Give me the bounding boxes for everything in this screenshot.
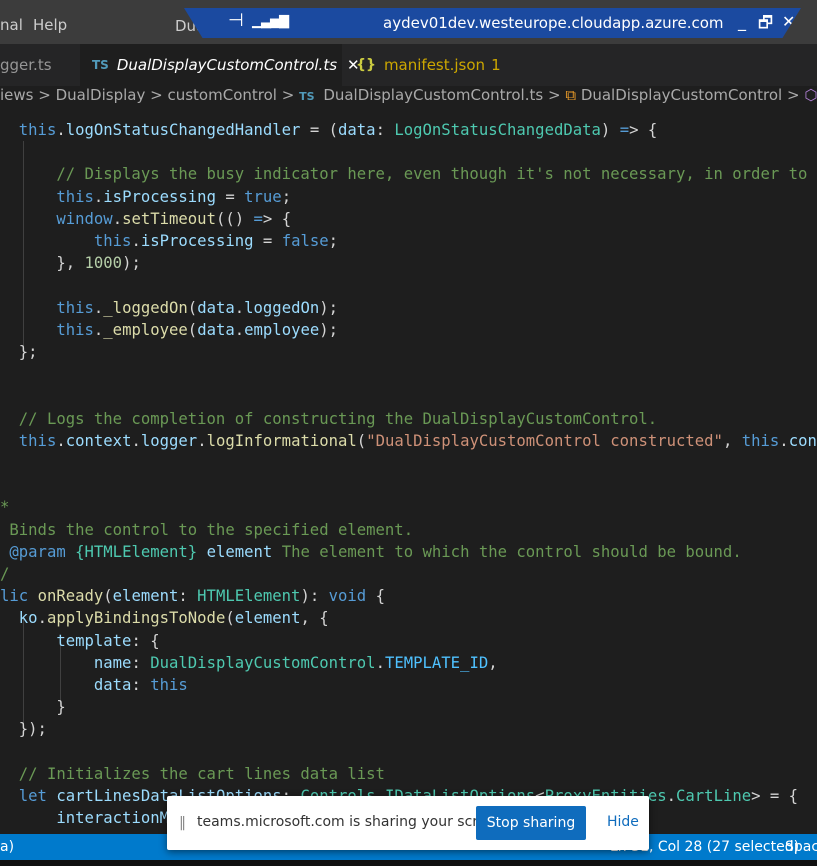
tab-manifest[interactable]: {} manifest.json 1: [356, 44, 506, 86]
chevron-right-icon: >: [547, 86, 561, 104]
code-line[interactable]: *: [0, 496, 9, 518]
code-line[interactable]: this._employee(data.employee);: [0, 319, 338, 341]
code-line[interactable]: window.setTimeout(() => {: [0, 208, 291, 230]
problems-badge: 1: [491, 56, 501, 74]
tab-dual-display-custom-control[interactable]: TS DualDisplayCustomControl.ts ✕: [80, 44, 360, 86]
code-line[interactable]: }: [0, 696, 65, 718]
code-line[interactable]: /: [0, 563, 9, 585]
code-line[interactable]: this.isProcessing = true;: [0, 186, 291, 208]
tab-label: gger.ts: [0, 56, 52, 74]
chevron-right-icon: >: [787, 86, 800, 104]
share-message: teams.microsoft.com is sharing your scre…: [197, 814, 509, 830]
tab-logger[interactable]: gger.ts: [0, 44, 80, 86]
indentation-status[interactable]: Spac: [785, 839, 817, 855]
drag-handle-icon[interactable]: ‖: [179, 815, 186, 831]
code-line[interactable]: this.context.logger.logInformational("Du…: [0, 430, 817, 452]
status-left[interactable]: a): [0, 839, 14, 855]
remote-desktop-bar: ⊣ ▁▃▅▇ aydev01dev.westeurope.cloudapp.az…: [184, 8, 801, 38]
code-editor[interactable]: this.logOnStatusChangedHandler = (data: …: [0, 119, 817, 834]
tab-label: DualDisplayCustomControl.ts: [116, 56, 338, 74]
hide-button[interactable]: Hide: [607, 814, 639, 830]
pin-icon[interactable]: ⊣: [228, 10, 244, 31]
code-line[interactable]: @param {HTMLElement} element The element…: [0, 541, 741, 563]
breadcrumb-item[interactable]: DualDisplayCustomControl.ts: [323, 86, 543, 104]
breadcrumb: iews > DualDisplay > customControl > TS …: [0, 86, 817, 110]
editor-tab-bar: gger.ts TS DualDisplayCustomControl.ts ✕…: [0, 44, 817, 86]
restore-button[interactable]: 🗗: [758, 12, 773, 38]
tab-label: manifest.json: [383, 56, 486, 74]
breadcrumb-item[interactable]: DualDisplay: [56, 86, 146, 104]
taskbar: [0, 860, 817, 866]
minimize-button[interactable]: _: [738, 12, 746, 31]
code-line[interactable]: // Initializes the cart lines data list: [0, 763, 385, 785]
code-line[interactable]: this.isProcessing = false;: [0, 230, 338, 252]
screen-share-banner: ‖ teams.microsoft.com is sharing your sc…: [167, 796, 649, 850]
code-line[interactable]: template: {: [0, 630, 159, 652]
code-line[interactable]: });: [0, 718, 47, 740]
code-line[interactable]: // Displays the busy indicator here, eve…: [0, 163, 817, 185]
code-line[interactable]: interactionMo: [0, 807, 178, 829]
json-icon: {}: [356, 57, 376, 73]
breadcrumb-item[interactable]: iews: [0, 86, 33, 104]
typescript-icon: TS: [299, 90, 315, 103]
code-line[interactable]: data: this: [0, 674, 188, 696]
code-line[interactable]: lic onReady(element: HTMLElement): void …: [0, 585, 385, 607]
code-line[interactable]: // Logs the completion of constructing t…: [0, 408, 657, 430]
menu-terminal[interactable]: nal: [0, 16, 23, 34]
connection-signal-icon[interactable]: ▁▃▅▇: [252, 14, 289, 29]
chevron-right-icon: >: [281, 86, 295, 104]
code-line[interactable]: ko.applyBindingsToNode(element, {: [0, 607, 329, 629]
code-line[interactable]: }, 1000);: [0, 252, 141, 274]
code-line[interactable]: this._loggedOn(data.loggedOn);: [0, 297, 338, 319]
typescript-icon: TS: [92, 58, 109, 72]
breadcrumb-item[interactable]: DualDisplayCustomControl: [581, 86, 782, 104]
code-line[interactable]: this.logOnStatusChangedHandler = (data: …: [0, 119, 657, 141]
method-icon: ⬡: [804, 86, 817, 104]
breadcrumb-item[interactable]: customControl: [167, 86, 276, 104]
menu-help[interactable]: Help: [33, 16, 67, 34]
code-line[interactable]: };: [0, 341, 38, 363]
remote-host-name: aydev01dev.westeurope.cloudapp.azure.com: [383, 14, 724, 32]
code-line[interactable]: Binds the control to the specified eleme…: [0, 519, 413, 541]
class-icon: ⧉: [565, 86, 577, 104]
code-line[interactable]: name: DualDisplayCustomControl.TEMPLATE_…: [0, 652, 498, 674]
chevron-right-icon: >: [150, 86, 163, 104]
stop-sharing-button[interactable]: Stop sharing: [476, 806, 586, 840]
chevron-right-icon: >: [38, 86, 51, 104]
